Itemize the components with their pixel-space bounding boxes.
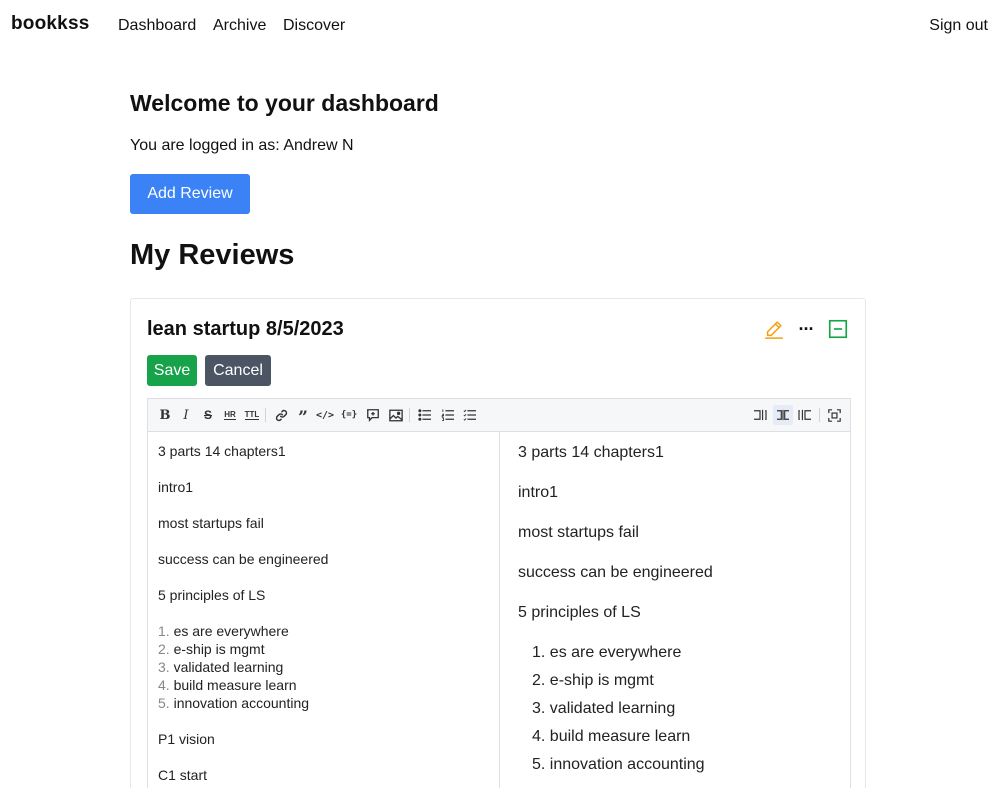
source-line: C1 start (158, 767, 208, 783)
top-nav: bookkss Dashboard Archive Discover Sign … (0, 0, 991, 52)
edit-mode-icon[interactable] (750, 405, 770, 425)
editor-preview-pane: 3 parts 14 chapters1 intro1 most startup… (500, 432, 850, 788)
preview-list-item: 5. innovation accounting (532, 756, 705, 773)
bold-icon[interactable]: B (155, 405, 175, 425)
preview-mode-icon[interactable] (795, 405, 815, 425)
title-icon[interactable]: TTL (242, 405, 262, 425)
code-icon[interactable]: </> (315, 405, 335, 425)
ordered-list-icon[interactable] (438, 405, 458, 425)
collapse-icon[interactable] (826, 317, 850, 341)
source-line: most startups fail (158, 515, 264, 531)
more-options-icon[interactable]: ··· (794, 317, 818, 341)
logged-in-status: You are logged in as: Andrew N (130, 137, 354, 154)
source-list-line: 5. innovation accounting (158, 695, 310, 711)
strikethrough-icon[interactable]: S (198, 405, 218, 425)
image-icon[interactable] (386, 405, 406, 425)
source-list-line: 3. validated learning (158, 659, 284, 675)
source-line: P1 vision (158, 731, 215, 747)
preview-paragraph: success can be engineered (518, 564, 713, 581)
edit-icon[interactable] (762, 317, 786, 341)
toolbar-divider (265, 408, 266, 422)
editor-toolbar: B I S HR TTL ” </> {=} (148, 399, 850, 432)
review-card: lean startup 8/5/2023 ··· Save Cancel B … (130, 298, 866, 788)
source-list-line: 2. e-ship is mgmt (158, 641, 265, 657)
preview-list-item: 1. es are everywhere (532, 644, 682, 661)
editor-source-pane[interactable]: 3 parts 14 chapters1 intro1 most startup… (148, 432, 499, 788)
preview-list-item: 2. e-ship is mgmt (532, 672, 654, 689)
preview-paragraph: intro1 (518, 484, 559, 501)
page-title: Welcome to your dashboard (130, 90, 439, 116)
comment-icon[interactable] (363, 405, 383, 425)
cancel-button[interactable]: Cancel (205, 355, 271, 386)
sign-out-link[interactable]: Sign out (929, 17, 988, 35)
source-list-line: 4. build measure learn (158, 677, 297, 693)
source-list-line: 1. es are everywhere (158, 623, 289, 639)
preview-list-item: 4. build measure learn (532, 728, 691, 745)
preview-list-item: 3. validated learning (532, 700, 676, 717)
split-view-icon[interactable] (773, 405, 793, 425)
preview-paragraph: 5 principles of LS (518, 604, 641, 621)
nav-link-archive[interactable]: Archive (213, 17, 266, 35)
source-line: 3 parts 14 chapters1 (158, 443, 286, 459)
save-button[interactable]: Save (147, 355, 197, 386)
toolbar-divider (819, 408, 820, 422)
add-review-button[interactable]: Add Review (130, 174, 250, 214)
preview-paragraph: most startups fail (518, 524, 639, 541)
horizontal-rule-icon[interactable]: HR (220, 405, 240, 425)
review-title: lean startup 8/5/2023 (147, 318, 344, 340)
task-list-icon[interactable] (460, 405, 480, 425)
quote-icon[interactable]: ” (293, 405, 313, 427)
preview-paragraph: 3 parts 14 chapters1 (518, 444, 664, 461)
my-reviews-heading: My Reviews (130, 239, 295, 271)
code-block-icon[interactable]: {=} (339, 405, 359, 425)
nav-link-discover[interactable]: Discover (283, 17, 345, 35)
link-icon[interactable] (271, 405, 291, 425)
brand-logo[interactable]: bookkss (11, 13, 90, 35)
fullscreen-icon[interactable] (824, 405, 844, 425)
source-line: success can be engineered (158, 551, 329, 567)
nav-link-dashboard[interactable]: Dashboard (118, 17, 196, 35)
source-line: intro1 (158, 479, 194, 495)
markdown-editor: B I S HR TTL ” </> {=} 3 parts 14 chapte… (147, 398, 851, 788)
source-line: 5 principles of LS (158, 587, 266, 603)
bullet-list-icon[interactable] (415, 405, 435, 425)
toolbar-divider (409, 408, 410, 422)
italic-icon[interactable]: I (176, 405, 196, 425)
